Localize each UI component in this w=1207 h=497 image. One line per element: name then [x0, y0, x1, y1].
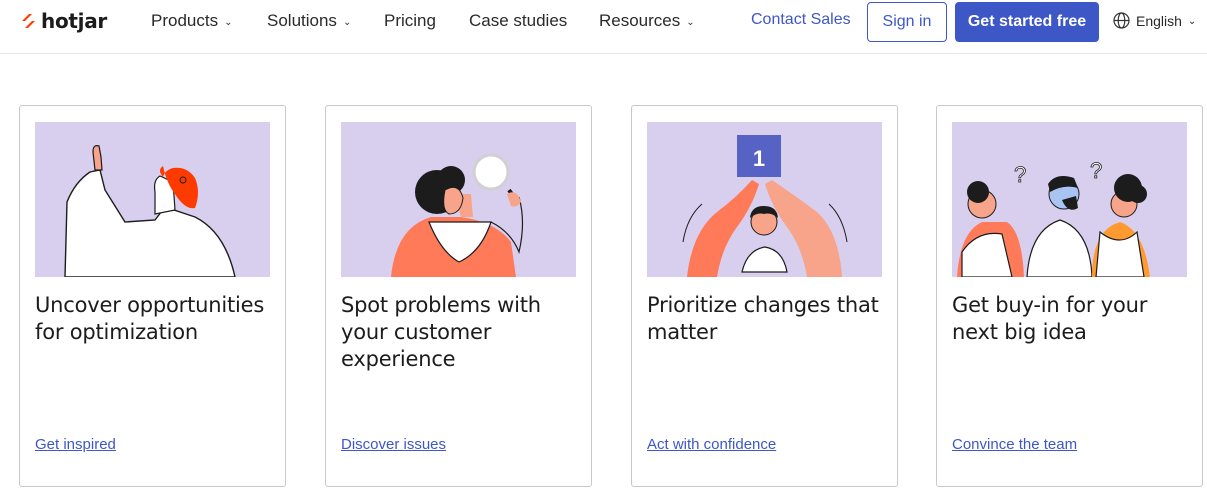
nav-case-studies-label: Case studies: [469, 11, 568, 30]
globe-icon: [1113, 12, 1130, 29]
nav-products-label: Products: [151, 11, 219, 30]
hotjar-flame-icon: [22, 14, 35, 28]
question-mark: ?: [1014, 162, 1026, 187]
language-selector[interactable]: English ⌄: [1113, 12, 1196, 29]
logo-text: hotjar: [41, 9, 107, 33]
card-title: Uncover opportunities for optimization: [35, 293, 265, 344]
nav-solutions[interactable]: Solutions ⌄: [267, 11, 351, 31]
nav-solutions-label: Solutions: [267, 11, 337, 30]
three-people-illustration: ? ?: [952, 122, 1187, 277]
nav-resources[interactable]: Resources ⌄: [599, 11, 695, 31]
get-inspired-link[interactable]: Get inspired: [35, 436, 116, 453]
magnifying-glass-illustration: [341, 122, 576, 277]
feature-card: ? ? Get buy-in for your next big idea Co…: [936, 105, 1203, 487]
get-started-button[interactable]: Get started free: [955, 2, 1099, 42]
sign-in-button[interactable]: Sign in: [867, 2, 947, 42]
chevron-down-icon: ⌄: [224, 17, 233, 28]
pointing-person-illustration: [35, 122, 270, 277]
feature-card: 1 Prioritize changes that matter Act wit…: [631, 105, 898, 487]
chevron-down-icon: ⌄: [342, 17, 352, 28]
site-header: hotjar Products ⌄ Solutions ⌄ Pricing Ca…: [0, 0, 1207, 54]
nav-resources-label: Resources: [599, 11, 681, 30]
feature-card: Spot problems with your customer experie…: [325, 105, 592, 487]
card-title: Spot problems with your customer experie…: [341, 293, 541, 371]
nav-products[interactable]: Products ⌄: [151, 11, 232, 31]
nav-case-studies[interactable]: Case studies: [469, 11, 567, 31]
chevron-down-icon: ⌄: [1187, 16, 1197, 27]
badge-number: 1: [753, 146, 765, 171]
language-label: English: [1136, 12, 1182, 29]
nav-pricing-label: Pricing: [384, 11, 436, 30]
convince-the-team-link[interactable]: Convince the team: [952, 436, 1077, 453]
nav-pricing[interactable]: Pricing: [384, 11, 436, 31]
feature-card: Uncover opportunities for optimization G…: [19, 105, 286, 487]
card-title: Prioritize changes that matter: [647, 293, 879, 344]
card-title: Get buy-in for your next big idea: [952, 293, 1148, 344]
chevron-down-icon: ⌄: [686, 17, 695, 28]
act-with-confidence-link[interactable]: Act with confidence: [647, 436, 776, 453]
hotjar-logo[interactable]: hotjar: [19, 9, 107, 33]
question-mark: ?: [1090, 158, 1102, 183]
contact-sales-link[interactable]: Contact Sales: [751, 11, 851, 29]
discover-issues-link[interactable]: Discover issues: [341, 436, 446, 453]
high-five-illustration: 1: [647, 122, 882, 277]
